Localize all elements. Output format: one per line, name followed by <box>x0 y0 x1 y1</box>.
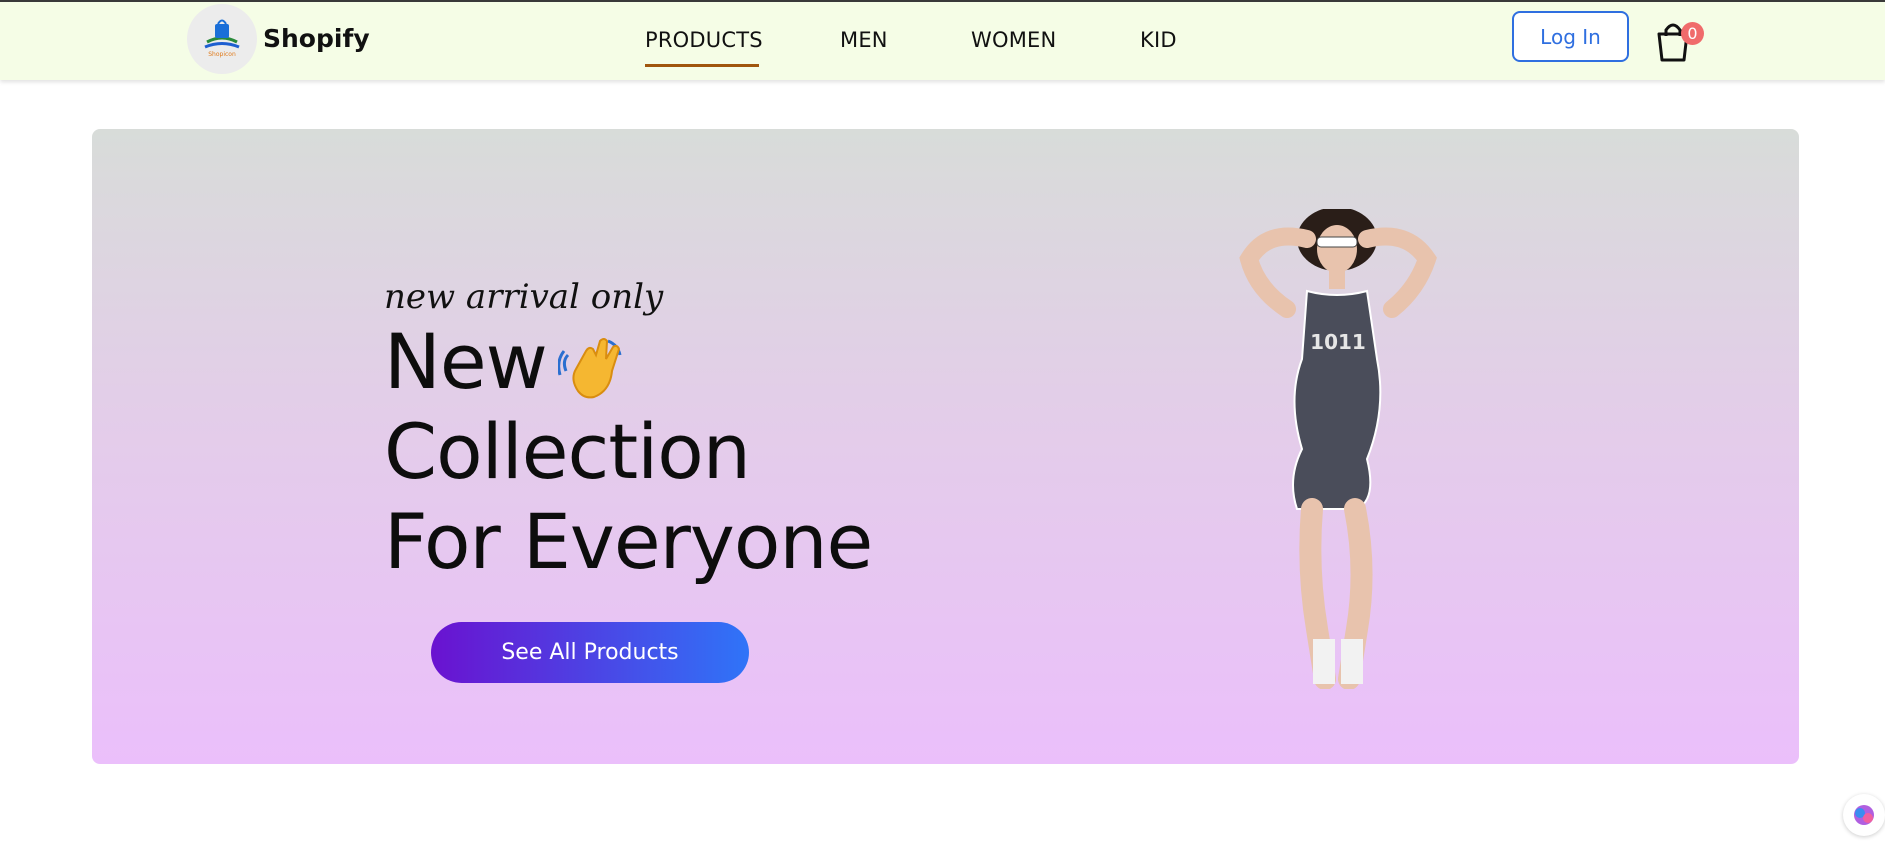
shirt-print: 1011 <box>1310 330 1366 354</box>
hero-title-line-3: For Everyone <box>384 497 873 586</box>
login-button[interactable]: Log In <box>1512 11 1629 62</box>
nav-link-women[interactable]: WOMEN <box>971 28 1056 52</box>
hero-subtitle: new arrival only <box>384 277 664 317</box>
navbar: Shopicon Shopify PRODUCTS MEN WOMEN KID … <box>0 2 1885 80</box>
nav-link-kid[interactable]: KID <box>1140 28 1177 52</box>
hero-banner: new arrival only New Collection For Ever… <box>92 129 1799 764</box>
nav-link-products[interactable]: PRODUCTS <box>645 28 763 52</box>
cart-count-badge: 0 <box>1681 22 1704 45</box>
nav-active-indicator <box>645 64 759 67</box>
hero-title-line-2: Collection <box>384 407 751 496</box>
logo-text: Shopicon <box>208 51 236 58</box>
hero-title-line-1: New <box>384 317 548 406</box>
see-all-products-button[interactable]: See All Products <box>431 622 749 683</box>
model-image: 1011 <box>1239 209 1437 689</box>
nav-link-men[interactable]: MEN <box>840 28 888 52</box>
brand-name[interactable]: Shopify <box>263 24 370 53</box>
logo-icon[interactable]: Shopicon <box>187 4 257 74</box>
assistant-icon <box>1854 805 1874 825</box>
waving-hand-icon <box>558 338 622 399</box>
assistant-button[interactable] <box>1843 794 1885 836</box>
